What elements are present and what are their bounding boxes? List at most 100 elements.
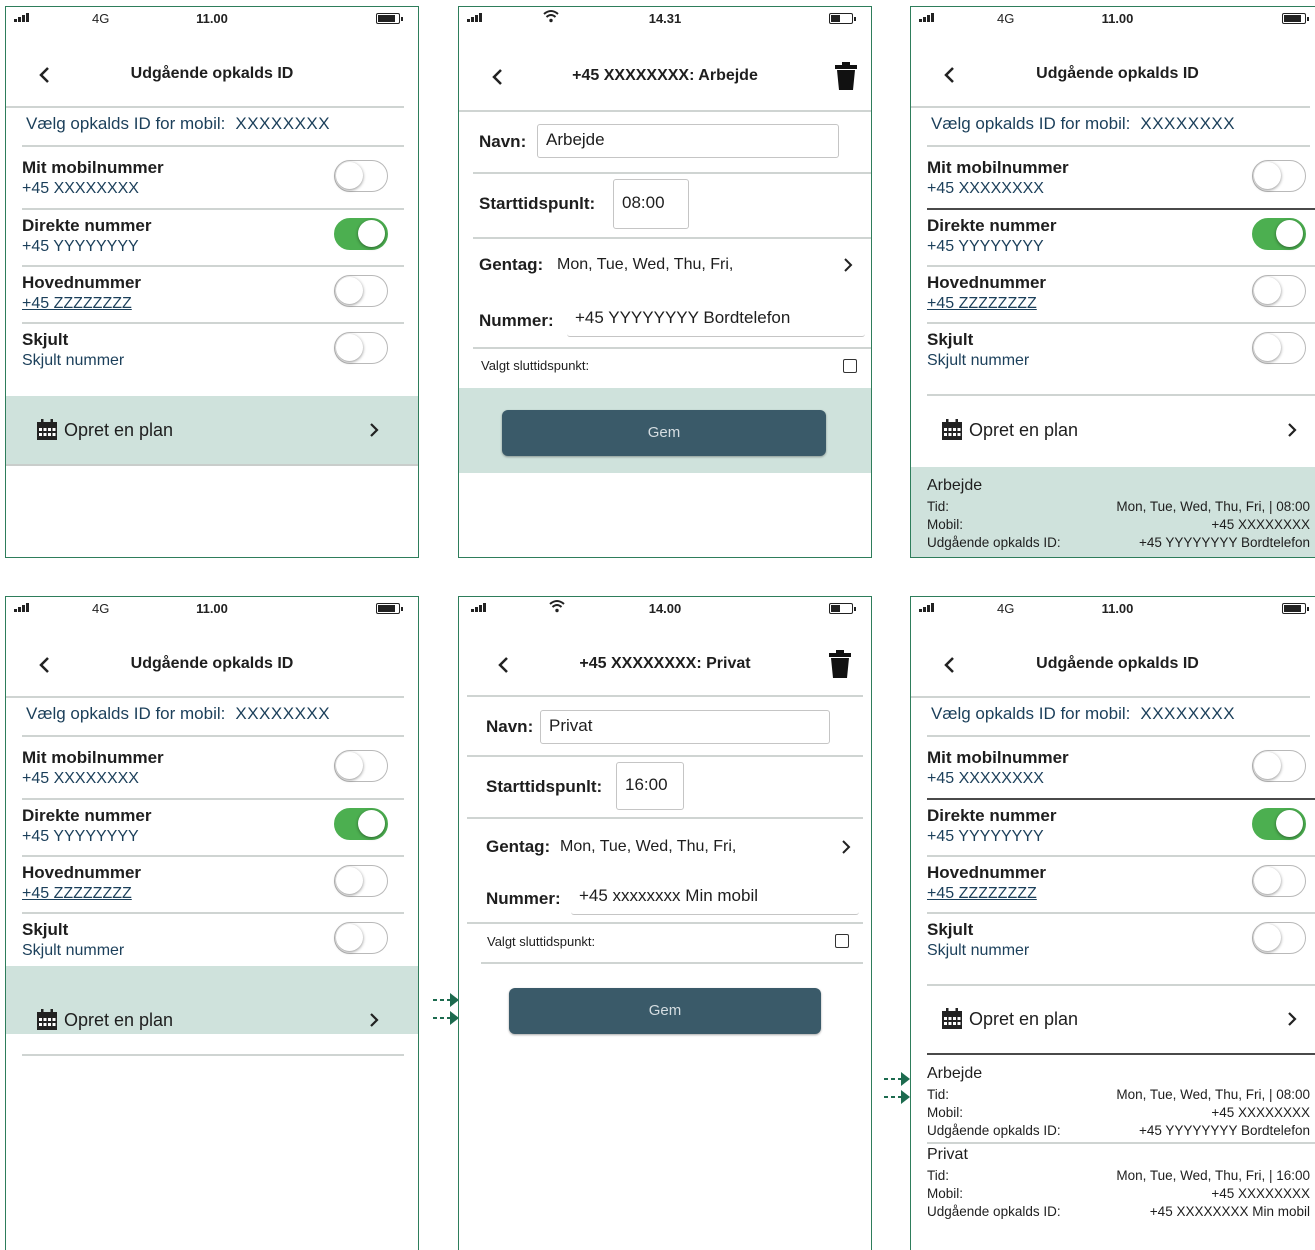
status-bar: 4G 11.00	[911, 597, 1315, 621]
nav-bar: Udgående opkalds ID	[6, 55, 418, 95]
divider	[6, 106, 404, 108]
back-button[interactable]	[937, 651, 961, 679]
option-hovednummer[interactable]: Hovednummer +45 ZZZZZZZZ	[927, 273, 1315, 329]
repeat-label: Gentag:	[486, 837, 551, 856]
toggle-switch[interactable]	[1252, 160, 1306, 192]
status-bar: 14.00	[459, 597, 871, 621]
schedule-item[interactable]: Arbejde Tid: Mon, Tue, Wed, Thu, Fri, | 0…	[911, 1057, 1315, 1140]
create-plan-row[interactable]: Opret en plan	[911, 986, 1315, 1054]
page-title: +45 XXXXXXXX: Privat	[579, 655, 751, 672]
caller-id-select[interactable]: Vælg opkalds ID for mobil: XXXXXXXX	[931, 114, 1235, 134]
option-hovednummer[interactable]: Hovednummer +45 ZZZZZZZZ	[927, 863, 1315, 919]
chevron-left-icon	[39, 67, 49, 83]
phone-screen-2: 14.31 +45 XXXXXXXX: Arbejde Navn: Arbejd…	[458, 6, 872, 558]
toggle-switch[interactable]	[1252, 865, 1306, 897]
toggle-switch[interactable]	[334, 275, 388, 307]
back-button[interactable]	[32, 61, 56, 89]
caller-id-select[interactable]: Vælg opkalds ID for mobil: XXXXXXXX	[931, 704, 1235, 724]
toggle-switch[interactable]	[334, 808, 388, 840]
option-mit-mobilnummer[interactable]: Mit mobilnummer +45 XXXXXXXX	[927, 158, 1315, 214]
option-skjult[interactable]: Skjult Skjult nummer	[927, 920, 1315, 976]
repeat-row[interactable]: Gentag: Mon, Tue, Wed, Thu, Fri,	[479, 255, 861, 279]
name-input[interactable]: Privat	[540, 710, 830, 744]
toggle-knob	[1254, 867, 1281, 894]
end-time-checkbox[interactable]	[835, 934, 849, 948]
toggle-switch[interactable]	[334, 865, 388, 897]
option-direkte-nummer[interactable]: Direkte nummer +45 YYYYYYYY	[22, 806, 402, 862]
divider	[22, 208, 404, 210]
option-direkte-nummer[interactable]: Direkte nummer +45 YYYYYYYY	[927, 806, 1315, 862]
delete-button[interactable]	[831, 61, 861, 91]
option-title: Mit mobilnummer	[927, 158, 1069, 177]
name-input[interactable]: Arbejde	[537, 124, 839, 158]
toggle-switch[interactable]	[1252, 750, 1306, 782]
option-title: Hovednummer	[22, 863, 142, 882]
toggle-switch[interactable]	[1252, 922, 1306, 954]
number-input[interactable]: +45 xxxxxxxx Min mobil	[571, 881, 859, 915]
schedule-item[interactable]: Arbejde Tid: Mon, Tue, Wed, Thu, Fri, | 0…	[911, 467, 1315, 557]
schedule-item[interactable]: Privat Tid: Mon, Tue, Wed, Thu, Fri, | 16…	[911, 1142, 1315, 1224]
number-row: Nummer: +45 xxxxxxxx Min mobil	[486, 881, 861, 915]
toggle-knob	[1276, 220, 1303, 247]
create-plan-row[interactable]: Opret en plan	[6, 396, 418, 464]
back-button[interactable]	[32, 651, 56, 679]
option-title: Hovednummer	[927, 273, 1047, 292]
toggle-knob	[336, 924, 363, 951]
back-button[interactable]	[485, 63, 509, 91]
number-input[interactable]: +45 YYYYYYYY Bordtelefon	[567, 303, 865, 337]
mobile-value: +45 XXXXXXXX	[1211, 1105, 1310, 1120]
phone-screen-1: 4G 11.00 Udgående opkalds ID Vælg opkald…	[5, 6, 419, 558]
end-time-checkbox[interactable]	[843, 359, 857, 373]
divider	[22, 855, 404, 857]
caller-id-select[interactable]: Vælg opkalds ID for mobil: XXXXXXXX	[26, 114, 330, 134]
calendar-icon	[942, 1008, 962, 1029]
divider	[467, 922, 863, 924]
toggle-switch[interactable]	[1252, 275, 1306, 307]
toggle-switch[interactable]	[334, 750, 388, 782]
option-skjult[interactable]: Skjult Skjult nummer	[927, 330, 1315, 386]
toggle-knob	[1254, 752, 1281, 779]
start-time-input[interactable]: 08:00	[613, 179, 689, 229]
option-mit-mobilnummer[interactable]: Mit mobilnummer +45 XXXXXXXX	[927, 748, 1315, 804]
option-title: Skjult	[927, 920, 974, 939]
toggle-switch[interactable]	[1252, 218, 1306, 250]
option-direkte-nummer[interactable]: Direkte nummer +45 YYYYYYYY	[22, 216, 402, 272]
schedule-mobile-row: Mobil: +45 XXXXXXXX	[927, 1105, 1310, 1122]
caller-id-select[interactable]: Vælg opkalds ID for mobil: XXXXXXXX	[26, 704, 330, 724]
option-number: +45 XXXXXXXX	[927, 180, 1044, 197]
start-time-input[interactable]: 16:00	[616, 762, 684, 810]
back-button[interactable]	[937, 61, 961, 89]
chevron-left-icon	[492, 69, 502, 85]
callerid-label: Udgående opkalds ID:	[927, 1123, 1061, 1138]
battery-icon	[1282, 603, 1309, 614]
schedule-callerid-row: Udgående opkalds ID: +45 YYYYYYYY Bordtel…	[927, 1123, 1310, 1140]
toggle-switch[interactable]	[334, 922, 388, 954]
toggle-switch[interactable]	[334, 332, 388, 364]
toggle-switch[interactable]	[1252, 808, 1306, 840]
option-mit-mobilnummer[interactable]: Mit mobilnummer +45 XXXXXXXX	[22, 158, 402, 214]
status-time: 11.00	[196, 11, 228, 26]
save-button[interactable]: Gem	[509, 988, 821, 1034]
toggle-switch[interactable]	[1252, 332, 1306, 364]
divider	[22, 145, 404, 147]
option-hovednummer[interactable]: Hovednummer +45 ZZZZZZZZ	[22, 273, 402, 329]
create-plan-row[interactable]: Opret en plan	[911, 396, 1315, 464]
toggle-switch[interactable]	[334, 160, 388, 192]
time-label: Tid:	[927, 1168, 950, 1183]
create-plan-row[interactable]: Opret en plan	[6, 966, 418, 1034]
option-mit-mobilnummer[interactable]: Mit mobilnummer +45 XXXXXXXX	[22, 748, 402, 804]
save-button[interactable]: Gem	[502, 410, 826, 456]
option-hovednummer[interactable]: Hovednummer +45 ZZZZZZZZ	[22, 863, 402, 919]
callerid-value: +45 YYYYYYYY Bordtelefon	[1139, 535, 1310, 550]
schedule-mobile-row: Mobil: +45 XXXXXXXX	[927, 517, 1310, 534]
toggle-switch[interactable]	[334, 218, 388, 250]
divider	[467, 695, 863, 697]
name-label: Navn:	[486, 717, 534, 736]
delete-button[interactable]	[825, 649, 855, 679]
option-direkte-nummer[interactable]: Direkte nummer +45 YYYYYYYY	[927, 216, 1315, 272]
status-time: 14.31	[648, 11, 682, 26]
battery-icon	[829, 603, 856, 614]
option-skjult[interactable]: Skjult Skjult nummer	[22, 330, 402, 386]
repeat-row[interactable]: Gentag: Mon, Tue, Wed, Thu, Fri,	[486, 837, 855, 861]
back-button[interactable]	[491, 651, 515, 679]
